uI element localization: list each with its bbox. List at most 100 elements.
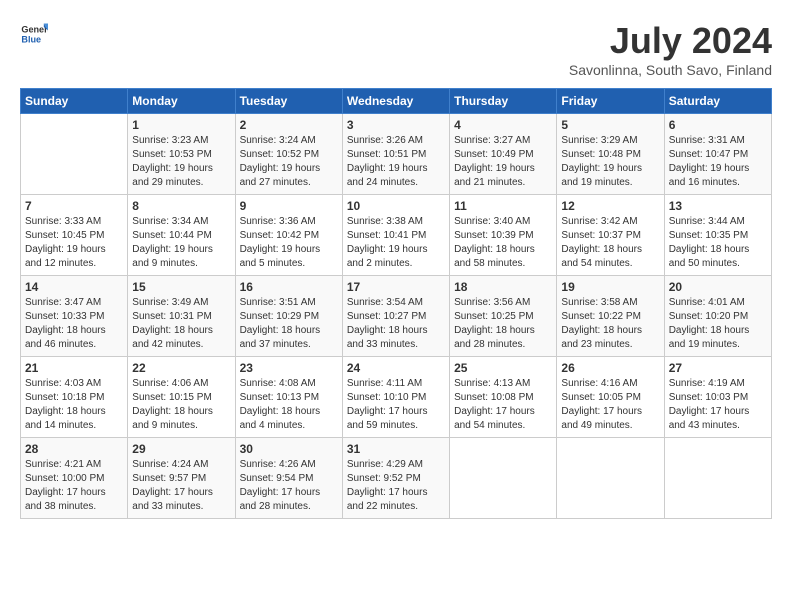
- week-row-2: 7 Sunrise: 3:33 AMSunset: 10:45 PMDayligh…: [21, 195, 772, 276]
- week-row-3: 14 Sunrise: 3:47 AMSunset: 10:33 PMDaylig…: [21, 276, 772, 357]
- day-number: 7: [25, 199, 123, 213]
- day-cell: 14 Sunrise: 3:47 AMSunset: 10:33 PMDaylig…: [21, 276, 128, 357]
- day-info: Sunrise: 4:29 AMSunset: 9:52 PMDaylight:…: [347, 458, 445, 514]
- day-cell: [557, 438, 664, 519]
- day-number: 27: [669, 361, 767, 375]
- day-number: 3: [347, 118, 445, 132]
- day-info: Sunrise: 4:21 AMSunset: 10:00 PMDaylight…: [25, 458, 123, 514]
- day-number: 26: [561, 361, 659, 375]
- day-number: 19: [561, 280, 659, 294]
- day-info: Sunrise: 4:11 AMSunset: 10:10 PMDaylight…: [347, 377, 445, 433]
- day-number: 10: [347, 199, 445, 213]
- day-cell: 5 Sunrise: 3:29 AMSunset: 10:48 PMDayligh…: [557, 114, 664, 195]
- day-number: 8: [132, 199, 230, 213]
- day-number: 14: [25, 280, 123, 294]
- day-cell: 19 Sunrise: 3:58 AMSunset: 10:22 PMDaylig…: [557, 276, 664, 357]
- day-info: Sunrise: 3:23 AMSunset: 10:53 PMDaylight…: [132, 134, 230, 190]
- day-cell: [450, 438, 557, 519]
- day-cell: 6 Sunrise: 3:31 AMSunset: 10:47 PMDayligh…: [664, 114, 771, 195]
- day-number: 20: [669, 280, 767, 294]
- month-title: July 2024: [569, 20, 772, 62]
- day-cell: 10 Sunrise: 3:38 AMSunset: 10:41 PMDaylig…: [342, 195, 449, 276]
- day-info: Sunrise: 3:40 AMSunset: 10:39 PMDaylight…: [454, 215, 552, 271]
- day-cell: 4Sunrise: 3:27 AMSunset: 10:49 PMDayligh…: [450, 114, 557, 195]
- day-number: 21: [25, 361, 123, 375]
- day-number: 11: [454, 199, 552, 213]
- weekday-header-friday: Friday: [557, 89, 664, 114]
- day-cell: 2 Sunrise: 3:24 AMSunset: 10:52 PMDayligh…: [235, 114, 342, 195]
- day-cell: 13 Sunrise: 3:44 AMSunset: 10:35 PMDaylig…: [664, 195, 771, 276]
- day-info: Sunrise: 3:44 AMSunset: 10:35 PMDaylight…: [669, 215, 767, 271]
- day-info: Sunrise: 3:49 AMSunset: 10:31 PMDaylight…: [132, 296, 230, 352]
- day-cell: 3 Sunrise: 3:26 AMSunset: 10:51 PMDayligh…: [342, 114, 449, 195]
- header: General Blue July 2024 Savonlinna, South…: [20, 20, 772, 78]
- day-info: Sunrise: 3:26 AMSunset: 10:51 PMDaylight…: [347, 134, 445, 190]
- day-cell: 25Sunrise: 4:13 AMSunset: 10:08 PMDaylig…: [450, 357, 557, 438]
- day-number: 18: [454, 280, 552, 294]
- weekday-header-saturday: Saturday: [664, 89, 771, 114]
- day-number: 2: [240, 118, 338, 132]
- day-info: Sunrise: 3:31 AMSunset: 10:47 PMDaylight…: [669, 134, 767, 190]
- day-number: 31: [347, 442, 445, 456]
- day-cell: 7 Sunrise: 3:33 AMSunset: 10:45 PMDayligh…: [21, 195, 128, 276]
- day-number: 25: [454, 361, 552, 375]
- day-cell: 27Sunrise: 4:19 AMSunset: 10:03 PMDaylig…: [664, 357, 771, 438]
- day-cell: 23 Sunrise: 4:08 AMSunset: 10:13 PMDaylig…: [235, 357, 342, 438]
- day-number: 13: [669, 199, 767, 213]
- day-cell: 11 Sunrise: 3:40 AMSunset: 10:39 PMDaylig…: [450, 195, 557, 276]
- day-number: 17: [347, 280, 445, 294]
- day-number: 12: [561, 199, 659, 213]
- day-info: Sunrise: 3:47 AMSunset: 10:33 PMDaylight…: [25, 296, 123, 352]
- day-number: 23: [240, 361, 338, 375]
- day-number: 15: [132, 280, 230, 294]
- day-cell: 18 Sunrise: 3:56 AMSunset: 10:25 PMDaylig…: [450, 276, 557, 357]
- day-info: Sunrise: 3:27 AMSunset: 10:49 PMDaylight…: [454, 134, 552, 190]
- day-info: Sunrise: 3:51 AMSunset: 10:29 PMDaylight…: [240, 296, 338, 352]
- day-info: Sunrise: 3:24 AMSunset: 10:52 PMDaylight…: [240, 134, 338, 190]
- day-info: Sunrise: 3:29 AMSunset: 10:48 PMDaylight…: [561, 134, 659, 190]
- week-row-4: 21 Sunrise: 4:03 AMSunset: 10:18 PMDaylig…: [21, 357, 772, 438]
- day-number: 16: [240, 280, 338, 294]
- day-cell: 22Sunrise: 4:06 AMSunset: 10:15 PMDaylig…: [128, 357, 235, 438]
- day-info: Sunrise: 4:08 AMSunset: 10:13 PMDaylight…: [240, 377, 338, 433]
- day-info: Sunrise: 3:58 AMSunset: 10:22 PMDaylight…: [561, 296, 659, 352]
- weekday-header-row: SundayMondayTuesdayWednesdayThursdayFrid…: [21, 89, 772, 114]
- day-cell: 1 Sunrise: 3:23 AMSunset: 10:53 PMDayligh…: [128, 114, 235, 195]
- day-cell: 24 Sunrise: 4:11 AMSunset: 10:10 PMDaylig…: [342, 357, 449, 438]
- day-number: 22: [132, 361, 230, 375]
- day-cell: 17 Sunrise: 3:54 AMSunset: 10:27 PMDaylig…: [342, 276, 449, 357]
- day-number: 9: [240, 199, 338, 213]
- day-info: Sunrise: 3:42 AMSunset: 10:37 PMDaylight…: [561, 215, 659, 271]
- day-cell: 31 Sunrise: 4:29 AMSunset: 9:52 PMDayligh…: [342, 438, 449, 519]
- day-number: 5: [561, 118, 659, 132]
- day-cell: 21 Sunrise: 4:03 AMSunset: 10:18 PMDaylig…: [21, 357, 128, 438]
- day-cell: 9 Sunrise: 3:36 AMSunset: 10:42 PMDayligh…: [235, 195, 342, 276]
- day-info: Sunrise: 3:33 AMSunset: 10:45 PMDaylight…: [25, 215, 123, 271]
- title-area: July 2024 Savonlinna, South Savo, Finlan…: [569, 20, 772, 78]
- day-cell: 16 Sunrise: 3:51 AMSunset: 10:29 PMDaylig…: [235, 276, 342, 357]
- day-info: Sunrise: 3:56 AMSunset: 10:25 PMDaylight…: [454, 296, 552, 352]
- weekday-header-monday: Monday: [128, 89, 235, 114]
- day-info: Sunrise: 4:24 AMSunset: 9:57 PMDaylight:…: [132, 458, 230, 514]
- day-info: Sunrise: 3:54 AMSunset: 10:27 PMDaylight…: [347, 296, 445, 352]
- day-cell: 20 Sunrise: 4:01 AMSunset: 10:20 PMDaylig…: [664, 276, 771, 357]
- weekday-header-tuesday: Tuesday: [235, 89, 342, 114]
- location-subtitle: Savonlinna, South Savo, Finland: [569, 62, 772, 78]
- calendar-table: SundayMondayTuesdayWednesdayThursdayFrid…: [20, 88, 772, 519]
- weekday-header-sunday: Sunday: [21, 89, 128, 114]
- svg-text:Blue: Blue: [21, 34, 41, 44]
- day-number: 29: [132, 442, 230, 456]
- day-number: 24: [347, 361, 445, 375]
- day-info: Sunrise: 4:26 AMSunset: 9:54 PMDaylight:…: [240, 458, 338, 514]
- weekday-header-thursday: Thursday: [450, 89, 557, 114]
- day-number: 28: [25, 442, 123, 456]
- day-info: Sunrise: 3:38 AMSunset: 10:41 PMDaylight…: [347, 215, 445, 271]
- day-number: 1: [132, 118, 230, 132]
- day-info: Sunrise: 4:03 AMSunset: 10:18 PMDaylight…: [25, 377, 123, 433]
- day-number: 6: [669, 118, 767, 132]
- general-blue-icon: General Blue: [20, 20, 48, 48]
- day-number: 30: [240, 442, 338, 456]
- day-info: Sunrise: 4:01 AMSunset: 10:20 PMDaylight…: [669, 296, 767, 352]
- day-cell: 12 Sunrise: 3:42 AMSunset: 10:37 PMDaylig…: [557, 195, 664, 276]
- day-info: Sunrise: 3:36 AMSunset: 10:42 PMDaylight…: [240, 215, 338, 271]
